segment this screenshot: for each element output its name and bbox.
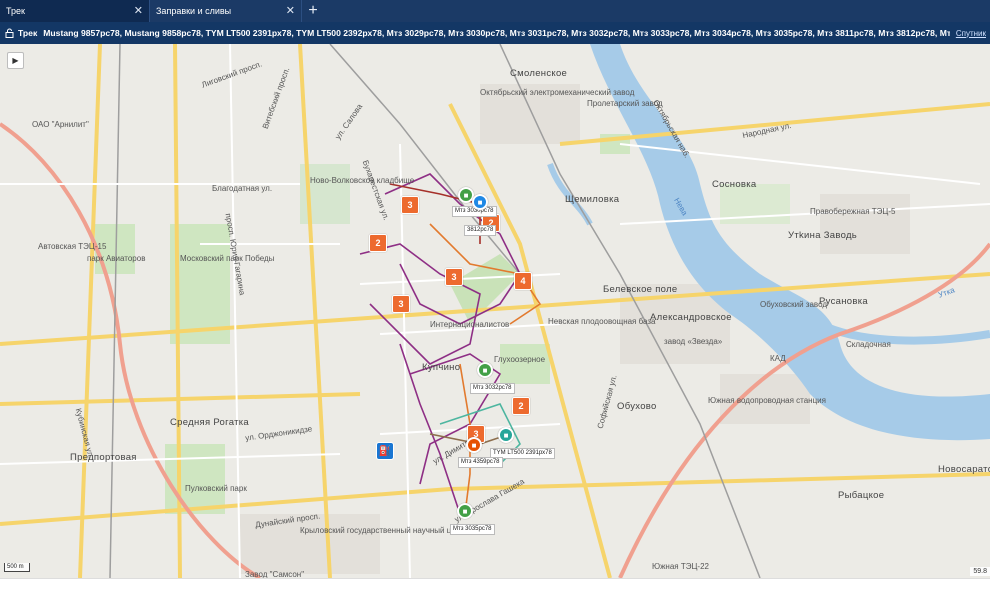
track-units: Mustang 9857рс78, Mustang 9858рс78, TYM …	[43, 28, 950, 38]
poi-label: завод «Звезда»	[664, 337, 723, 346]
district-label: Рыбацкое	[838, 490, 885, 501]
district-label: Предпортовая	[70, 452, 137, 463]
street-label: Благодатная ул.	[212, 184, 273, 193]
poi-label: Обуховский завод	[760, 300, 828, 309]
district-label: Обухово	[617, 401, 657, 412]
tractor-icon[interactable]: ■	[477, 362, 493, 378]
tab-bar: Трек ✕ Заправки и сливы ✕ +	[0, 0, 990, 22]
poi-label: Интернационалистов	[430, 320, 510, 329]
district-label: Купчино	[422, 362, 461, 373]
poi-label: Завод "Самсон"	[245, 570, 305, 578]
track-header: Трек Mustang 9857рс78, Mustang 9858рс78,…	[0, 22, 990, 44]
add-tab-icon[interactable]: +	[302, 0, 324, 22]
poi-label: Автовская ТЭЦ-15	[38, 242, 107, 251]
district-label: Новосаратовк	[938, 464, 990, 475]
event-cluster[interactable]: 2	[369, 234, 387, 252]
event-cluster[interactable]: 4	[514, 272, 532, 290]
tab-fuel-label: Заправки и сливы	[156, 6, 232, 16]
event-cluster[interactable]: 3	[392, 295, 410, 313]
fuel-station-icon[interactable]: ⛽	[376, 442, 394, 460]
poi-label: Крыловский государственный научный центр	[300, 526, 469, 535]
map-scale: 500 m	[4, 563, 30, 572]
zoom-readout: 59.8	[970, 567, 990, 576]
poi-label: Новo-Волковское кладбище	[310, 176, 415, 185]
tractor-icon[interactable]: ■	[457, 503, 473, 519]
tab-track[interactable]: Трек ✕	[0, 0, 150, 22]
district-label: Утkина Заводь	[788, 230, 858, 241]
tractor-icon[interactable]: ■	[498, 427, 514, 443]
poi-label: Октябрьский электромеханический завод	[480, 88, 635, 97]
close-icon[interactable]: ✕	[286, 4, 295, 18]
poi-label: ОАО "Арнилит"	[32, 120, 89, 129]
district-label: Щемиловка	[565, 194, 620, 205]
poi-label: парк Авиаторов	[87, 254, 146, 263]
satellite-link[interactable]: Спутник	[956, 29, 986, 38]
event-cluster[interactable]: 3	[445, 268, 463, 286]
vehicle-label: Мтз 4359рс78	[458, 457, 503, 468]
lock-icon[interactable]	[0, 28, 18, 38]
poi-label: Южная водопроводная станция	[708, 396, 826, 405]
district-label: Смоленское	[510, 68, 568, 79]
tab-track-label: Трек	[6, 6, 25, 16]
play-track-button[interactable]: ▶	[7, 52, 24, 69]
poi-label: Правобережная ТЭЦ-5	[810, 207, 896, 216]
district-label: Белевское поле	[603, 284, 678, 295]
poi-label: Московский парк Победы	[180, 254, 275, 263]
vehicle-label: 3812рс78	[464, 225, 497, 236]
track-label: Трек	[18, 28, 38, 38]
poi-label: Пулковский парк	[185, 484, 247, 493]
district-label: Средняя Рогатка	[170, 417, 249, 428]
vehicle-label: Мтз 3032рс78	[470, 383, 515, 394]
close-icon[interactable]: ✕	[134, 4, 143, 18]
map-view[interactable]: ▶ Смоленское Щемиловка Сосновка Белевско…	[0, 44, 990, 578]
poi-label: Невская плодоовощная база	[548, 317, 656, 326]
district-label: Александровское	[650, 312, 732, 323]
tractor-icon[interactable]: ■	[466, 437, 482, 453]
event-cluster[interactable]: 2	[512, 397, 530, 415]
road-label: КАД	[770, 354, 786, 363]
event-cluster[interactable]: 3	[401, 196, 419, 214]
tractor-icon[interactable]: ■	[472, 194, 488, 210]
poi-label: Южная ТЭЦ-22	[652, 562, 709, 571]
poi-label: Глухоозерное	[494, 355, 546, 364]
vehicle-label: Мтз 3035рс78	[450, 524, 495, 535]
district-label: Сосновка	[712, 179, 757, 190]
bottom-panel	[0, 578, 990, 601]
street-label: Складочная	[846, 340, 891, 349]
tab-fuel-events[interactable]: Заправки и сливы ✕	[150, 0, 302, 22]
